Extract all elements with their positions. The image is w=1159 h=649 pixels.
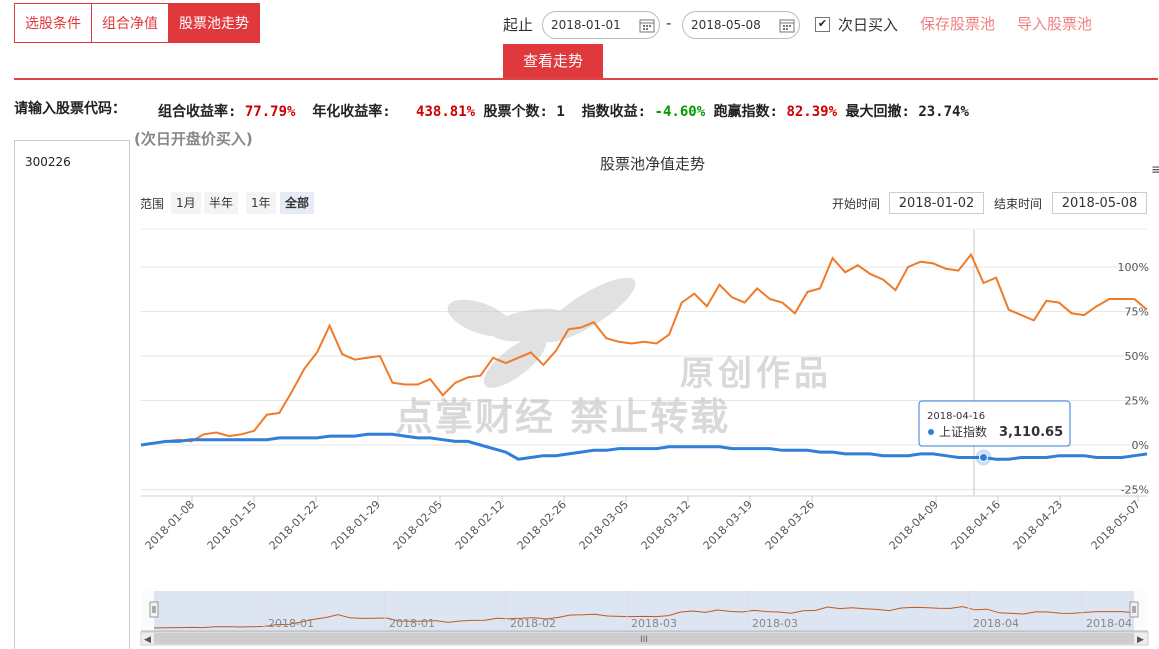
y-tick-label: -25% (1121, 484, 1149, 497)
x-tick-label: 2018-03-26 (763, 498, 817, 552)
tooltip-series-name: 上证指数 (939, 424, 987, 439)
tooltip-value: 3,110.65 (999, 425, 1063, 440)
scrollbar-grip-icon: III (640, 635, 648, 645)
watermark-line2: 点掌财经 禁止转载 (395, 395, 730, 439)
navigator-label: 2018-02 (510, 617, 556, 630)
x-tick-label: 2018-01-15 (205, 498, 259, 552)
x-tick-label: 2018-03-19 (701, 498, 755, 552)
y-tick-label: 50% (1125, 350, 1149, 363)
navigator-label: 2018-03 (752, 617, 798, 630)
y-tick-label: 0% (1132, 439, 1149, 452)
x-tick-label: 2018-02-12 (453, 498, 507, 552)
navigator-label: 2018-03 (631, 617, 677, 630)
y-tick-label: 25% (1125, 395, 1149, 408)
nav-chart: 原创作品 点掌财经 禁止转载 -25%0%25%50%75%100% 2018-… (140, 228, 1149, 646)
x-tick-label: 2018-01-08 (143, 498, 197, 552)
scroll-right-icon[interactable]: ▶ (1137, 635, 1144, 645)
tooltip-series-dot (928, 429, 934, 435)
watermark-line1: 原创作品 (680, 354, 832, 394)
x-tick-label: 2018-01-29 (329, 498, 383, 552)
navigator-label: 2018-04 (973, 617, 1019, 630)
x-tick-label: 2018-04-09 (887, 498, 941, 552)
tooltip: 2018-04-16 上证指数 3,110.65 (918, 400, 1071, 447)
navigator-label: 2018-01 (389, 617, 435, 630)
x-tick-label: 2018-03-12 (639, 498, 693, 552)
navigator-label: 2018-01 (268, 617, 314, 630)
x-tick-label: 2018-05-07 (1089, 498, 1143, 552)
x-tick-label: 2018-03-05 (577, 498, 631, 552)
navigator-handle-right[interactable] (1129, 601, 1139, 618)
navigator-handle-left[interactable] (149, 601, 159, 618)
x-tick-label: 2018-04-23 (1011, 498, 1065, 552)
scroll-left-icon[interactable]: ◀ (144, 635, 151, 645)
x-tick-label: 2018-02-05 (391, 498, 445, 552)
navigator-label: 2018-04 (1086, 617, 1132, 630)
y-tick-label: 100% (1118, 261, 1149, 274)
x-tick-label: 2018-01-22 (267, 498, 321, 552)
hover-marker (979, 452, 989, 462)
scrollbar[interactable]: ◀ ▶ III (140, 631, 1149, 646)
tooltip-date: 2018-04-16 (927, 411, 985, 422)
watermark: 原创作品 点掌财经 禁止转载 (395, 277, 832, 439)
x-tick-label: 2018-04-16 (949, 498, 1003, 552)
x-tick-label: 2018-02-26 (515, 498, 569, 552)
navigator[interactable]: 2018-01 2018-01 2018-02 2018-03 2018-03 2018-… (141, 591, 1148, 632)
